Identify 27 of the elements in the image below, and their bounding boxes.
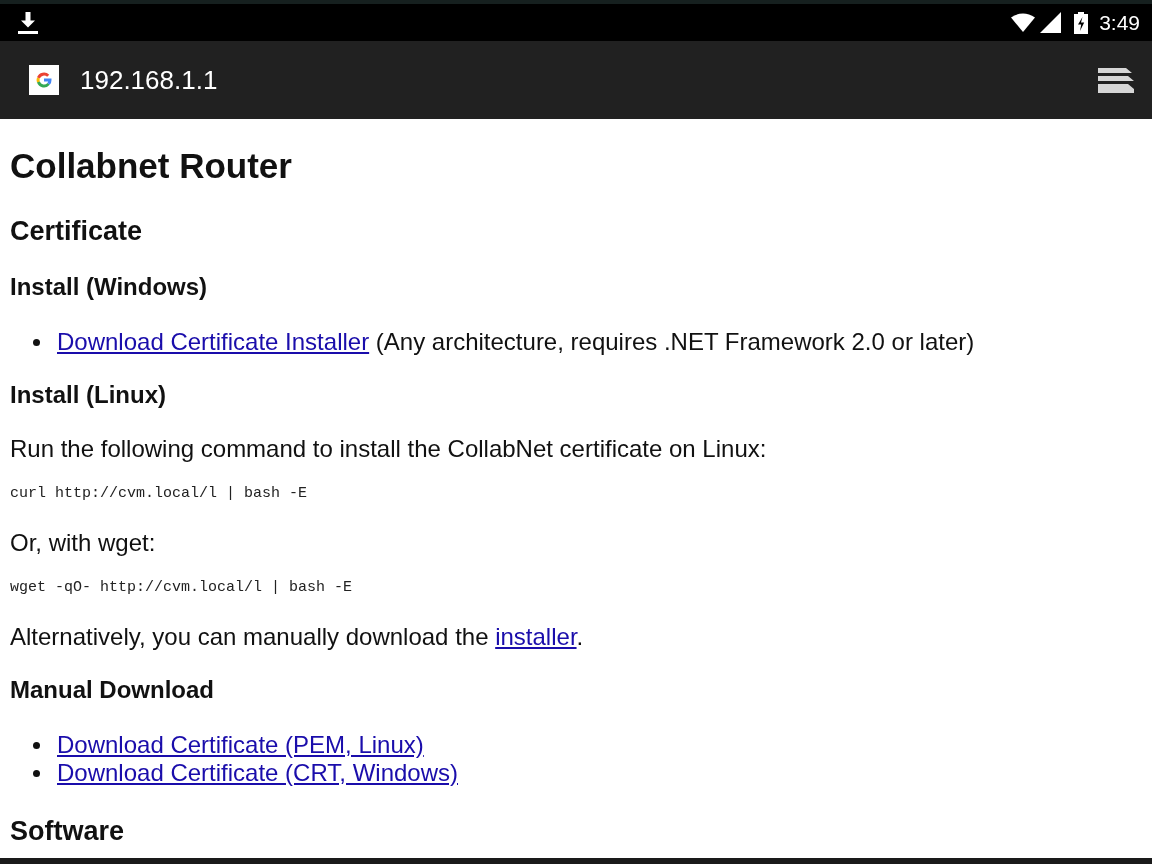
- list-item-text: Download Certificate Installer (Any architecture, requires .NET Framework 2.0 or later): [57, 328, 975, 356]
- favicon-icon: [29, 65, 59, 95]
- subsection-heading: Install (Windows): [10, 272, 209, 302]
- section-heading: Software: [10, 815, 126, 848]
- subsection-heading: Install (Linux): [10, 380, 167, 410]
- section-heading: Certificate: [10, 215, 144, 248]
- link[interactable]: installer: [495, 623, 577, 650]
- battery-charging-icon: [1074, 11, 1089, 34]
- link[interactable]: Download Certificate Installer: [57, 328, 370, 355]
- code-line: wget -qO- http://cvm.local/l | bash -E: [10, 578, 354, 598]
- download-icon: [18, 11, 38, 34]
- paragraph: Or, with wget:: [10, 529, 157, 557]
- code-line: curl http://cvm.local/l | bash -E: [10, 484, 309, 504]
- paragraph: Alternatively, you can manually download the installer.: [10, 623, 585, 651]
- page-title: Collabnet Router: [10, 145, 293, 187]
- bullet-icon: [33, 338, 40, 346]
- bullet-icon: [33, 769, 40, 777]
- clock-time: 3:49: [1099, 10, 1140, 35]
- link[interactable]: Download Certificate (CRT, Windows): [57, 759, 458, 786]
- url-text[interactable]: 192.168.1.1: [80, 64, 218, 96]
- paragraph: Run the following command to install the CollabNet certificate on Linux:: [10, 435, 768, 463]
- wifi-icon: [1011, 13, 1036, 32]
- signal-icon: [1040, 12, 1062, 33]
- subsection-heading: Manual Download: [10, 675, 215, 705]
- bullet-icon: [33, 741, 40, 749]
- link[interactable]: Download Certificate (PEM, Linux): [57, 731, 424, 758]
- stacked-layers-icon[interactable]: [1098, 67, 1134, 93]
